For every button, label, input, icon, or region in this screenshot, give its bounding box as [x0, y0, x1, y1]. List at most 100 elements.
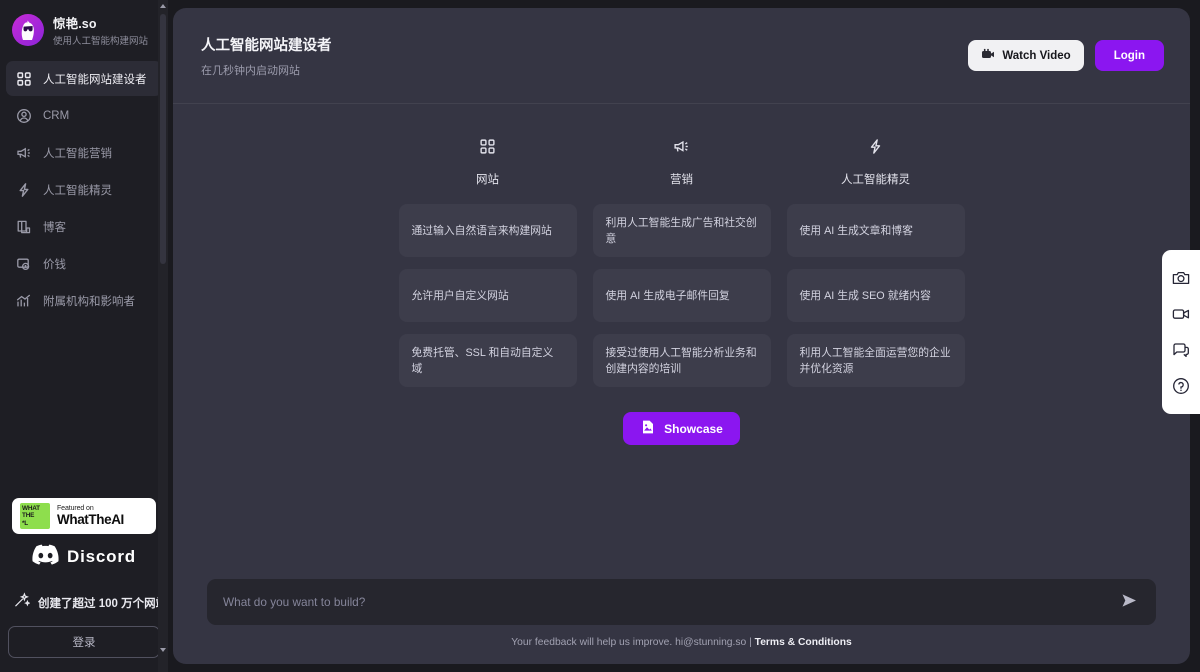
- app-root: 惊艳.so 使用人工智能构建网站 人工智能网站建设者: [0, 0, 1200, 672]
- scrollbar-thumb[interactable]: [160, 14, 166, 264]
- whattheai-sq-line2: THE: [22, 512, 34, 520]
- notes-icon: [16, 219, 32, 235]
- column-title: 营销: [670, 171, 693, 187]
- panel-header-titles: 人工智能网站建设者 在几秒钟内启动网站: [201, 34, 332, 78]
- feature-card[interactable]: 免费托管、SSL 和自动自定义域: [399, 334, 577, 387]
- sidebar-item-label: 人工智能营销: [43, 145, 112, 161]
- page-subtitle: 在几秒钟内启动网站: [201, 62, 332, 78]
- column-header: 人工智能精灵: [787, 138, 965, 187]
- sidebar-item-label: CRM: [43, 110, 69, 122]
- sidebar-item-label: 博客: [43, 219, 66, 235]
- prompt-input[interactable]: [223, 595, 1119, 609]
- sidebar-spacer: [0, 318, 168, 498]
- brand-text: 惊艳.so 使用人工智能构建网站: [53, 13, 148, 47]
- grid-blocks-icon: [16, 71, 32, 87]
- feature-columns: 网站 通过输入自然语言来构建网站 允许用户自定义网站 免费托管、SSL 和自动自…: [173, 104, 1190, 399]
- panel-header: 人工智能网站建设者 在几秒钟内启动网站 Watch: [173, 8, 1190, 104]
- sidebar-nav: 人工智能网站建设者 CRM 人工智能营销: [0, 57, 168, 318]
- sidebar-item-crm[interactable]: CRM: [6, 98, 162, 133]
- feature-card[interactable]: 使用 AI 生成 SEO 就绪内容: [787, 269, 965, 322]
- feature-card[interactable]: 使用 AI 生成电子邮件回复: [593, 269, 771, 322]
- sidebar-item-ai-genie[interactable]: 人工智能精灵: [6, 172, 162, 207]
- video-icon[interactable]: [1171, 304, 1191, 324]
- whattheai-name: WhatTheAI: [57, 513, 124, 527]
- whattheai-badge[interactable]: WHAT THE *L Featured on WhatTheAI: [12, 498, 156, 534]
- terms-link[interactable]: Terms & Conditions: [755, 637, 852, 648]
- sidebar-item-label: 人工智能网站建设者: [43, 71, 147, 87]
- column-header: 营销: [593, 138, 771, 187]
- feature-card[interactable]: 接受过使用人工智能分析业务和创建内容的培训: [593, 334, 771, 387]
- grid-blocks-icon: [479, 138, 496, 160]
- floating-toolbar: [1162, 250, 1200, 414]
- feature-card[interactable]: 通过输入自然语言来构建网站: [399, 204, 577, 257]
- send-button[interactable]: [1119, 593, 1140, 611]
- header-actions: Watch Video Login: [968, 40, 1164, 71]
- image-file-icon: [640, 419, 656, 438]
- footer-text: Your feedback will help us improve. hi@s…: [511, 637, 754, 648]
- chart-growth-icon: [16, 293, 32, 309]
- camera-icon[interactable]: [1171, 268, 1191, 288]
- feature-card[interactable]: 利用人工智能生成广告和社交创意: [593, 204, 771, 257]
- help-circle-icon[interactable]: [1171, 376, 1191, 396]
- feature-card[interactable]: 使用 AI 生成文章和博客: [787, 204, 965, 257]
- sidebar-item-pricing[interactable]: 价钱: [6, 246, 162, 281]
- whattheai-sq-line3: *L: [22, 520, 28, 528]
- send-arrow-icon: [1121, 593, 1138, 611]
- feature-column-website: 网站 通过输入自然语言来构建网站 允许用户自定义网站 免费托管、SSL 和自动自…: [399, 138, 577, 399]
- sidebar-item-label: 价钱: [43, 256, 66, 272]
- discord-label: Discord: [67, 547, 136, 567]
- column-title: 人工智能精灵: [841, 171, 910, 187]
- sidebar-item-blog[interactable]: 博客: [6, 209, 162, 244]
- sites-created-label: 创建了超过 100 万个网站: [38, 595, 167, 611]
- main-area: 人工智能网站建设者 在几秒钟内启动网站 Watch: [168, 0, 1200, 672]
- discord-icon: [32, 544, 59, 570]
- watch-video-button[interactable]: Watch Video: [968, 40, 1083, 71]
- footer-note: Your feedback will help us improve. hi@s…: [201, 637, 1162, 648]
- money-tag-icon: [16, 256, 32, 272]
- lightning-bolt-icon: [16, 182, 32, 198]
- sidebar-item-ai-marketing[interactable]: 人工智能营销: [6, 135, 162, 170]
- user-circle-icon: [16, 108, 32, 124]
- chat-bubbles-icon[interactable]: [1171, 340, 1191, 360]
- sidebar-item-label: 人工智能精灵: [43, 182, 112, 198]
- showcase-row: Showcase: [173, 412, 1190, 445]
- panel-body: 网站 通过输入自然语言来构建网站 允许用户自定义网站 免费托管、SSL 和自动自…: [173, 104, 1190, 664]
- brand-header[interactable]: 惊艳.so 使用人工智能构建网站: [0, 0, 168, 57]
- whattheai-text: Featured on WhatTheAI: [57, 505, 124, 527]
- watch-video-label: Watch Video: [1002, 50, 1070, 62]
- sidebar-item-ai-website-builder[interactable]: 人工智能网站建设者: [6, 61, 162, 96]
- showcase-label: Showcase: [664, 422, 723, 436]
- column-header: 网站: [399, 138, 577, 187]
- video-camera-icon: [981, 47, 995, 64]
- sparkle-wand-icon: [14, 592, 30, 613]
- column-title: 网站: [476, 171, 499, 187]
- llama-sunglasses-avatar: [12, 14, 44, 46]
- brand-tagline: 使用人工智能构建网站: [53, 33, 148, 47]
- feature-column-marketing: 营销 利用人工智能生成广告和社交创意 使用 AI 生成电子邮件回复 接受过使用人…: [593, 138, 771, 399]
- content-panel: 人工智能网站建设者 在几秒钟内启动网站 Watch: [173, 8, 1190, 664]
- scroll-up-arrow[interactable]: [158, 0, 168, 12]
- feature-card[interactable]: 利用人工智能全面运营您的企业并优化资源: [787, 334, 965, 387]
- megaphone-icon: [673, 138, 690, 160]
- prompt-box[interactable]: [207, 579, 1156, 625]
- lightning-bolt-icon: [867, 138, 884, 160]
- feature-column-ai-genie: 人工智能精灵 使用 AI 生成文章和博客 使用 AI 生成 SEO 就绪内容 利…: [787, 138, 965, 399]
- brand-name: 惊艳.so: [53, 13, 148, 32]
- login-label: Login: [1114, 50, 1145, 62]
- feature-card[interactable]: 允许用户自定义网站: [399, 269, 577, 322]
- whattheai-featured-label: Featured on: [57, 505, 124, 512]
- megaphone-icon: [16, 145, 32, 161]
- whattheai-sq-line1: WHAT: [22, 505, 40, 513]
- sidebar-scrollbar[interactable]: [158, 0, 168, 672]
- sites-created-stat: 创建了超过 100 万个网站: [0, 592, 168, 613]
- discord-link[interactable]: Discord: [0, 544, 168, 570]
- whattheai-logo-square: WHAT THE *L: [20, 503, 50, 529]
- sidebar: 惊艳.so 使用人工智能构建网站 人工智能网站建设者: [0, 0, 168, 672]
- showcase-button[interactable]: Showcase: [623, 412, 740, 445]
- prompt-area: Your feedback will help us improve. hi@s…: [173, 579, 1190, 648]
- sidebar-login-button[interactable]: 登录: [8, 626, 160, 658]
- login-button[interactable]: Login: [1095, 40, 1164, 71]
- scroll-down-arrow[interactable]: [158, 644, 168, 656]
- sidebar-item-label: 附属机构和影响者: [43, 293, 135, 309]
- sidebar-item-affiliates[interactable]: 附属机构和影响者: [6, 283, 162, 318]
